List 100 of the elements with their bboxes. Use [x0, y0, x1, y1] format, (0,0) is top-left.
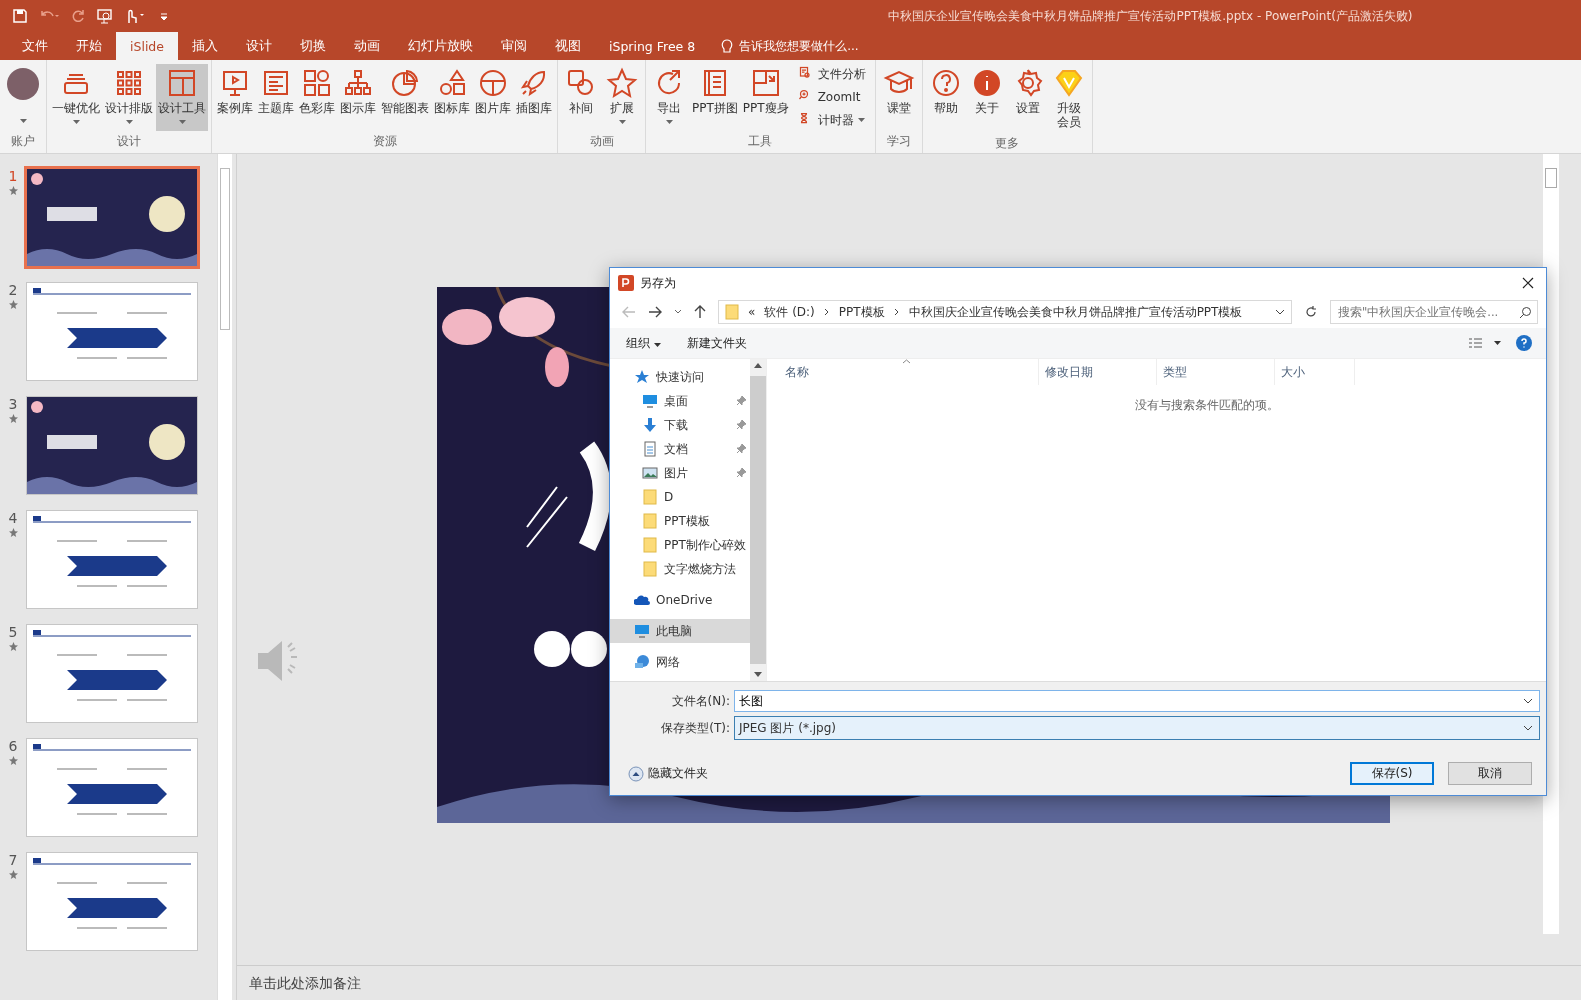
folder-icon: [642, 513, 658, 529]
column-header[interactable]: 类型: [1157, 359, 1275, 385]
ribbon-tab[interactable]: 幻灯片放映: [394, 32, 487, 60]
nav-item[interactable]: 文档: [610, 437, 750, 461]
nav-item[interactable]: 网络: [610, 650, 750, 674]
nav-item[interactable]: 文字燃烧方法: [610, 557, 750, 581]
scrollbar-thumb[interactable]: [750, 376, 766, 664]
view-options-icon[interactable]: [1468, 337, 1502, 349]
slide-thumbnail[interactable]: [26, 852, 198, 951]
powerpoint-icon: [618, 275, 634, 291]
ribbon-button[interactable]: 扩展: [602, 64, 642, 131]
nav-item[interactable]: PPT制作心碎效: [610, 533, 750, 557]
ribbon-button[interactable]: 主题库: [256, 64, 296, 131]
nav-item[interactable]: D: [610, 485, 750, 509]
nav-item[interactable]: PPT模板: [610, 509, 750, 533]
scroll-down-icon[interactable]: [754, 672, 762, 677]
ribbon-tab[interactable]: 动画: [340, 32, 394, 60]
ribbon-button[interactable]: 设计工具: [156, 64, 208, 131]
ribbon-button[interactable]: 插图库: [514, 64, 554, 131]
breadcrumb-overflow[interactable]: «: [748, 305, 756, 319]
group-label: 账户: [11, 133, 35, 150]
ribbon-button[interactable]: 图示库: [338, 64, 378, 131]
column-header[interactable]: 大小: [1275, 359, 1355, 385]
ribbon-tab[interactable]: 审阅: [487, 32, 541, 60]
slide-thumbnail[interactable]: [26, 624, 198, 723]
breadcrumb[interactable]: PPT模板: [838, 303, 885, 321]
column-header[interactable]: 修改日期: [1039, 359, 1157, 385]
slide-thumbnail[interactable]: [26, 396, 198, 495]
redo-icon[interactable]: [70, 8, 86, 24]
address-bar[interactable]: « 软件 (D:) PPT模板 中秋国庆企业宣传晚会美食中秋月饼品牌推广宣传活动PPT模板: [718, 300, 1292, 324]
ribbon-tab[interactable]: 设计: [232, 32, 286, 60]
help-icon[interactable]: [1516, 335, 1532, 351]
ribbon-button[interactable]: 一键优化: [50, 64, 102, 131]
ribbon-button[interactable]: PPT瘦身: [740, 64, 791, 131]
nav-item[interactable]: 此电脑: [610, 619, 750, 643]
dialog-button[interactable]: 保存(S): [1350, 762, 1434, 785]
star-icon: [8, 528, 18, 537]
ribbon-tab[interactable]: iSlide: [116, 32, 178, 60]
organize-button[interactable]: 组织: [620, 331, 667, 355]
ribbon-button[interactable]: PPT拼图: [690, 64, 740, 131]
tell-me-field[interactable]: 告诉我您想要做什么...: [737, 38, 922, 54]
ribbon-button[interactable]: 设计排版: [103, 64, 155, 131]
ribbon-button[interactable]: 升级会员: [1048, 64, 1089, 133]
ribbon-tab[interactable]: 视图: [541, 32, 595, 60]
close-icon[interactable]: [1522, 277, 1534, 289]
nav-item[interactable]: 快速访问: [610, 365, 750, 389]
ribbon-button[interactable]: 帮助: [925, 64, 966, 133]
chevron-right-icon[interactable]: [823, 308, 830, 316]
file-type-dropdown[interactable]: JPEG 图片 (*.jpg): [734, 716, 1540, 740]
file-name-field[interactable]: 长图: [734, 690, 1540, 712]
slide-thumbnail[interactable]: [26, 510, 198, 609]
slide-thumbnail[interactable]: [26, 738, 198, 837]
ribbon-tab[interactable]: iSpring Free 8: [595, 32, 710, 60]
ribbon-button[interactable]: 案例库: [215, 64, 255, 131]
ribbon-tab[interactable]: 切换: [286, 32, 340, 60]
ribbon-button[interactable]: 计时器: [795, 110, 868, 130]
search-field[interactable]: 搜索"中秋国庆企业宣传晚会...: [1330, 300, 1538, 324]
chevron-right-icon[interactable]: [893, 308, 900, 316]
hide-folders-button[interactable]: 隐藏文件夹: [622, 764, 714, 783]
ribbon-button[interactable]: 文件分析: [795, 64, 868, 84]
new-folder-button[interactable]: 新建文件夹: [680, 331, 753, 355]
chevron-down-icon[interactable]: [674, 309, 682, 315]
ribbon-button[interactable]: 色彩库: [297, 64, 337, 131]
forward-arrow-icon[interactable]: [648, 306, 662, 318]
ribbon-button[interactable]: 课堂: [878, 64, 919, 131]
slide-thumbnail[interactable]: [24, 166, 200, 269]
slideshow-icon[interactable]: [96, 8, 114, 24]
ribbon-button[interactable]: 设置: [1007, 64, 1048, 133]
ribbon-button[interactable]: 关于: [966, 64, 1007, 133]
nav-item[interactable]: 下载: [610, 413, 750, 437]
ribbon-button[interactable]: 图标库: [432, 64, 472, 131]
ribbon-button[interactable]: ZoomIt: [795, 87, 868, 107]
nav-item[interactable]: OneDrive: [610, 588, 750, 612]
nav-item[interactable]: 图片: [610, 461, 750, 485]
ribbon-button[interactable]: 补间: [561, 64, 601, 131]
column-header[interactable]: 名称: [767, 359, 1039, 385]
slide-thumbnail[interactable]: [26, 282, 198, 381]
scrollbar-thumb[interactable]: [1545, 168, 1557, 188]
save-icon[interactable]: [12, 8, 28, 24]
notes-field[interactable]: 单击此处添加备注: [247, 974, 551, 992]
chevron-down-icon[interactable]: [1275, 309, 1285, 315]
star-icon: [606, 67, 638, 99]
ribbon-tab[interactable]: 文件: [8, 32, 62, 60]
dialog-title: 另存为: [640, 274, 676, 292]
scroll-up-icon[interactable]: [754, 363, 762, 368]
scrollbar-thumb[interactable]: [220, 168, 230, 330]
ribbon-button[interactable]: 智能图表: [379, 64, 431, 131]
up-arrow-icon[interactable]: [694, 305, 706, 319]
ribbon-button[interactable]: 导出: [649, 64, 689, 131]
nav-item[interactable]: 桌面: [610, 389, 750, 413]
ribbon-tab[interactable]: 插入: [178, 32, 232, 60]
ribbon-tab[interactable]: 开始: [62, 32, 116, 60]
slide-number: 5: [8, 624, 18, 640]
breadcrumb[interactable]: 软件 (D:): [764, 303, 815, 321]
star-icon: [8, 300, 18, 309]
ribbon-button[interactable]: 图片库: [473, 64, 513, 131]
breadcrumb[interactable]: 中秋国庆企业宣传晚会美食中秋月饼品牌推广宣传活动PPT模板: [908, 303, 1243, 321]
refresh-icon[interactable]: [1304, 305, 1318, 319]
chevron-down-icon[interactable]: [1523, 698, 1533, 704]
dialog-button[interactable]: 取消: [1448, 762, 1532, 785]
